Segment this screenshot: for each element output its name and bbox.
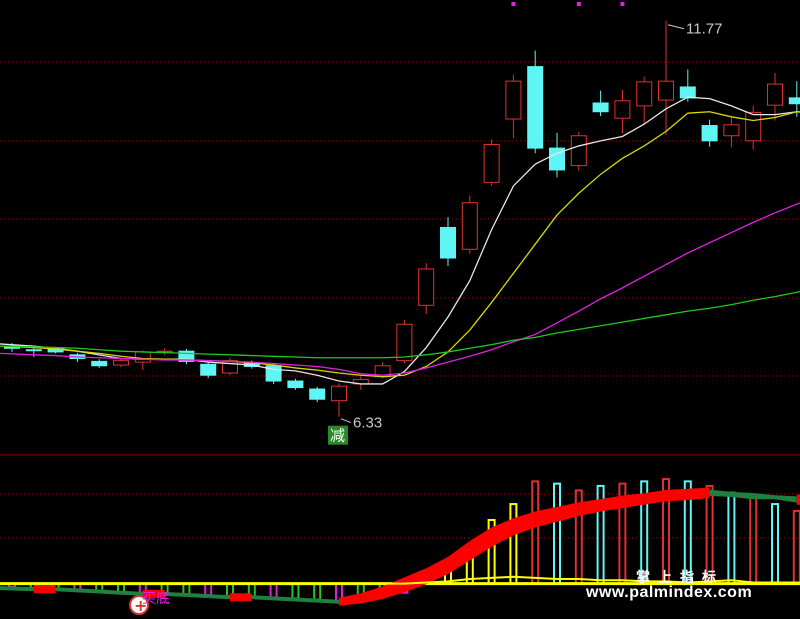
candle: [134, 350, 151, 371]
candle: [527, 50, 544, 154]
watermark-url: www.palmindex.com: [586, 584, 753, 601]
candle: [483, 139, 500, 186]
candle-body: [483, 143, 500, 183]
indicator-bar: [531, 480, 540, 585]
high-price-label: 11.77: [686, 21, 722, 38]
candle: [570, 132, 587, 171]
candle-body: [701, 125, 718, 142]
candle: [614, 89, 631, 134]
marker-dot: [576, 2, 581, 6]
indicator-band-segment: [230, 593, 252, 602]
low-price-label: 6.33: [353, 415, 382, 432]
candle: [658, 20, 674, 136]
indicator-bar: [553, 482, 561, 585]
candle: [723, 117, 740, 148]
indicator-bar: [771, 503, 779, 585]
candle: [592, 90, 609, 117]
candle-body: [614, 100, 631, 119]
candle-body: [592, 102, 609, 113]
indicator-band-segment: [0, 586, 34, 592]
candle: [505, 74, 522, 138]
indicator-band-segment: [404, 568, 427, 593]
indicator-bar: [727, 491, 736, 585]
candle-body: [527, 66, 544, 149]
candle-body: [658, 80, 674, 101]
candle: [287, 378, 304, 390]
candle-body: [309, 388, 326, 400]
low-price-pointer: [340, 418, 352, 424]
candle: [178, 349, 195, 365]
candle-body: [91, 360, 108, 367]
indicator-bar: [204, 582, 213, 596]
candle-body: [745, 111, 762, 142]
candle-body: [767, 83, 783, 106]
candle: [200, 362, 217, 379]
indicator-bar: [509, 503, 518, 585]
high-price-pointer: [667, 24, 685, 30]
candle-body: [396, 323, 413, 362]
signal-badge-text: 减: [330, 427, 345, 445]
marker-dot: [620, 2, 625, 6]
indicator-bar: [792, 509, 800, 585]
candle-body: [200, 363, 217, 376]
candle: [461, 195, 478, 254]
candle-body: [440, 226, 456, 259]
candle-body: [331, 385, 347, 402]
buy-bottom-label: 买底: [142, 591, 170, 607]
candle-body: [461, 202, 478, 250]
candle-body: [788, 97, 800, 105]
indicator-bar: [269, 582, 278, 600]
candle: [418, 263, 435, 315]
indicator-band-segment: [666, 488, 688, 502]
price-panel: 11.77 6.33 减: [0, 2, 800, 445]
candle: [222, 357, 238, 376]
candle-body: [505, 80, 522, 120]
indicator-band-segment: [33, 585, 56, 594]
candle-body: [287, 380, 304, 389]
candle: [265, 363, 282, 384]
candle: [440, 217, 456, 267]
candle: [549, 132, 565, 178]
indicator-band-segment: [775, 495, 797, 503]
candle: [156, 348, 173, 355]
grid-lines: [0, 61, 800, 539]
candle-body: [418, 268, 435, 306]
candle: [701, 119, 718, 147]
candle-body: [723, 124, 740, 137]
indicator-bar: [749, 496, 758, 585]
candle: [91, 359, 108, 368]
stock-chart: 11.77 6.33 减 + 买底: [0, 2, 800, 615]
indicator-band-segment: [709, 489, 732, 497]
candle-body: [679, 86, 696, 99]
candle: [331, 383, 347, 417]
candle: [309, 386, 326, 403]
candle-body: [570, 135, 587, 167]
top-marker-dots: [511, 2, 625, 6]
candle-body: [113, 360, 129, 366]
indicator-bar: [291, 582, 300, 600]
candle: [636, 76, 653, 125]
indicator-band-segment: [382, 577, 405, 599]
candle-body: [222, 360, 238, 374]
candle-body: [25, 349, 42, 352]
marker-dot: [511, 2, 516, 6]
indicator-bar: [313, 582, 322, 601]
candle-body: [636, 81, 653, 107]
candle-body: [134, 351, 151, 363]
